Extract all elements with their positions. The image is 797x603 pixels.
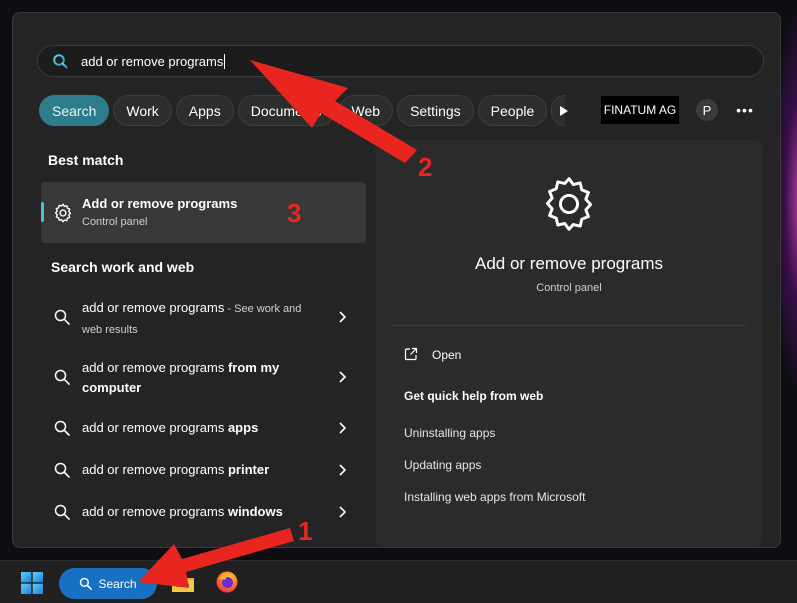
step-1-label: 1 [298, 516, 313, 546]
open-external-icon [404, 347, 418, 361]
step-2-label: 2 [418, 152, 433, 182]
search-icon [54, 309, 70, 325]
more-options-button[interactable]: ••• [734, 99, 756, 121]
divider [392, 325, 746, 326]
best-match-title: Add or remove programs [82, 196, 238, 211]
filter-tabs: Search Work Apps Documents Web Settings … [39, 95, 569, 126]
chevron-right-icon [339, 311, 347, 323]
windows-start-icon[interactable] [21, 572, 43, 594]
organization-badge[interactable]: FINATUM AG [601, 96, 679, 124]
list-item[interactable]: add or remove programs apps [41, 418, 366, 442]
tab-work[interactable]: Work [113, 95, 172, 126]
avatar[interactable]: P [696, 99, 718, 121]
search-icon [54, 462, 70, 478]
selection-indicator [41, 202, 44, 222]
result-label: add or remove programs printer [82, 462, 270, 477]
search-icon [54, 420, 70, 436]
search-input[interactable]: add or remove programs [81, 54, 226, 69]
best-match-heading: Best match [48, 152, 124, 168]
chevron-right-icon [339, 464, 347, 476]
tabs-scroll-button[interactable] [552, 99, 576, 123]
tab-people[interactable]: People [477, 95, 548, 126]
step-3-label: 3 [287, 198, 302, 228]
quick-help-heading: Get quick help from web [404, 389, 544, 403]
list-item[interactable]: add or remove programs from my computer [41, 358, 366, 402]
web-results-heading: Search work and web [51, 259, 195, 275]
file-explorer-icon[interactable] [171, 572, 195, 594]
result-label: add or remove programs apps [82, 420, 259, 435]
result-label: add or remove programs windows [82, 504, 283, 519]
chevron-right-icon [339, 371, 347, 383]
taskbar-search-label: Search [98, 576, 137, 591]
preview-pane: Add or remove programs Control panel Ope… [376, 140, 762, 546]
search-box[interactable]: add or remove programs [37, 45, 764, 77]
best-match-item[interactable]: Add or remove programs Control panel [41, 182, 366, 243]
help-link-uninstalling[interactable]: Uninstalling apps [404, 426, 495, 440]
chevron-right-icon [339, 422, 347, 434]
search-icon [54, 504, 70, 520]
search-icon [54, 369, 70, 385]
list-item[interactable]: add or remove programs windows [41, 502, 366, 526]
chevron-right-icon [339, 506, 347, 518]
firefox-icon[interactable] [215, 570, 239, 594]
help-link-updating[interactable]: Updating apps [404, 458, 481, 472]
play-icon [560, 106, 568, 116]
gear-icon [545, 177, 593, 231]
taskbar-search-button[interactable]: Search [59, 568, 157, 599]
tab-settings[interactable]: Settings [397, 95, 474, 126]
result-label: add or remove programs from my computer [82, 360, 280, 395]
open-label: Open [432, 348, 462, 362]
list-item[interactable]: add or remove programs - See work and we… [41, 298, 366, 342]
search-icon [80, 577, 93, 590]
best-match-subtitle: Control panel [82, 216, 148, 228]
search-icon [53, 54, 68, 69]
tab-apps[interactable]: Apps [175, 95, 234, 126]
tab-search[interactable]: Search [39, 95, 110, 126]
taskbar: Search [0, 560, 797, 603]
preview-subtitle: Control panel [536, 282, 602, 294]
tab-documents[interactable]: Documents [237, 95, 335, 126]
text-caret [224, 54, 226, 69]
result-label: add or remove programs - See work and we… [82, 300, 302, 336]
gear-icon [54, 203, 72, 223]
preview-title: Add or remove programs [474, 254, 664, 273]
tab-web[interactable]: Web [338, 95, 394, 126]
list-item[interactable]: add or remove programs printer [41, 460, 366, 484]
help-link-installing[interactable]: Installing web apps from Microsoft [404, 490, 585, 504]
